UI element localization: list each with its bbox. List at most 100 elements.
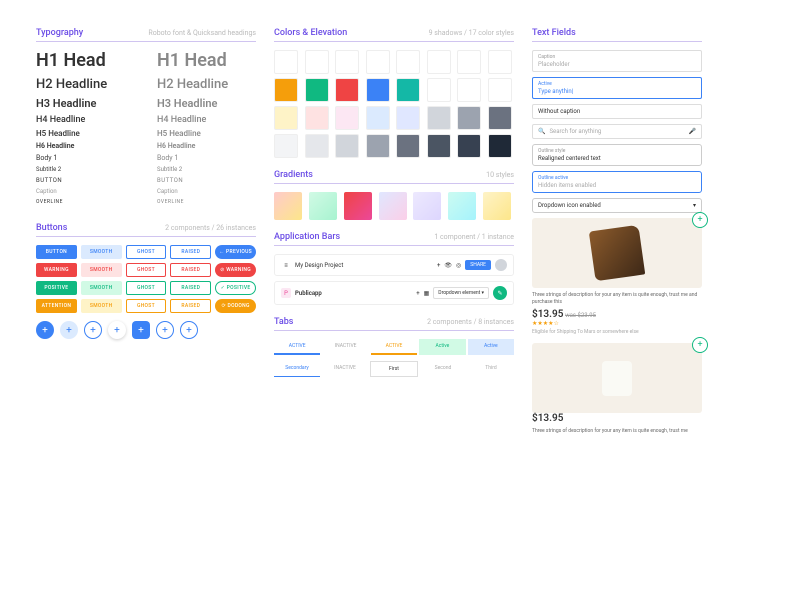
button-attention-raised[interactable]: RAISED xyxy=(170,299,211,313)
button-warning-raised[interactable]: RAISED xyxy=(170,263,211,277)
color-swatch xyxy=(457,50,481,74)
color-swatch xyxy=(305,78,329,102)
grid-icon[interactable]: ▦ xyxy=(424,290,430,297)
button-previous[interactable]: ← PREVIOUS xyxy=(215,245,256,259)
button-positive-ghost[interactable]: GHOST xyxy=(126,281,167,295)
textfield-outline[interactable]: Outline style Realigned centered text xyxy=(532,144,702,166)
button-warning-ghost[interactable]: GHOST xyxy=(126,263,167,277)
buttons-sub: 2 components / 26 instances xyxy=(165,224,256,232)
button-attention-smooth[interactable]: SMOOTH xyxy=(81,299,122,313)
tab-active-blue[interactable]: Active xyxy=(468,339,514,355)
target-icon[interactable]: ◎ xyxy=(456,262,461,269)
overline-sample: OVERLINE xyxy=(36,199,135,205)
mic-icon[interactable]: 🎤 xyxy=(689,128,696,135)
tabs-sub: 2 components / 8 instances xyxy=(427,318,514,326)
button-positive-icon[interactable]: ✓ POSITIVE xyxy=(215,281,256,295)
fab-outline-2[interactable]: + xyxy=(156,321,174,339)
typography-title: Typography xyxy=(36,28,83,38)
tab-inactive[interactable]: INACTIVE xyxy=(322,339,368,355)
color-swatch xyxy=(427,78,451,102)
fab-primary[interactable]: + xyxy=(36,321,54,339)
fab-square[interactable]: + xyxy=(132,321,150,339)
textfield-outline-active[interactable]: Outline active Hidden items enabled xyxy=(532,171,702,193)
fab-light[interactable]: + xyxy=(60,321,78,339)
textfield-search[interactable]: 🔍 Search for anything 🎤 xyxy=(532,124,702,139)
product-desc: Three strings of description for your an… xyxy=(532,292,702,305)
color-swatch xyxy=(427,50,451,74)
color-swatch xyxy=(488,134,512,158)
tab-active[interactable]: ACTIVE xyxy=(274,339,320,355)
tab-first[interactable]: First xyxy=(370,361,418,377)
color-swatch xyxy=(457,78,481,102)
tab-second[interactable]: Second xyxy=(420,361,466,377)
button-warning-smooth[interactable]: SMOOTH xyxy=(81,263,122,277)
button-raised[interactable]: RAISED xyxy=(170,245,211,259)
eye-icon[interactable]: 👁 xyxy=(444,262,452,269)
color-swatch xyxy=(366,50,390,74)
fab-outline-3[interactable]: + xyxy=(180,321,198,339)
button-text-sample-alt: BUTTON xyxy=(157,177,256,184)
gradient-swatch xyxy=(483,192,511,220)
app-logo-icon: P xyxy=(281,288,291,298)
caption-sample: Caption xyxy=(36,188,135,195)
color-swatch xyxy=(274,78,298,102)
button-smooth[interactable]: SMOOTH xyxy=(81,245,122,259)
tab-secondary[interactable]: Secondary xyxy=(274,361,320,377)
button-positive-raised[interactable]: RAISED xyxy=(170,281,211,295)
button-attention-ghost[interactable]: GHOST xyxy=(126,299,167,313)
price-old: was $23.95 xyxy=(565,312,596,319)
project-name: My Design Project xyxy=(295,262,433,269)
gradient-swatch xyxy=(274,192,302,220)
share-button[interactable]: SHARE xyxy=(465,260,491,270)
shipping-info: Eligible for Shipping To Mars or somewhe… xyxy=(532,329,702,335)
button-warning-icon[interactable]: ⊘ WARNING xyxy=(215,263,256,277)
color-swatch xyxy=(335,78,359,102)
colors-title: Colors & Elevation xyxy=(274,28,347,38)
color-swatch xyxy=(457,106,481,130)
color-swatch xyxy=(396,134,420,158)
fab-outline[interactable]: + xyxy=(84,321,102,339)
textfield-active[interactable]: Active Type anythin| xyxy=(532,77,702,99)
color-swatch xyxy=(335,106,359,130)
appbar-2: P Publicapp + ▦ Dropdown element ▾ ✎ xyxy=(274,281,514,305)
colors-sub: 9 shadows / 17 color styles xyxy=(429,29,514,37)
color-swatch xyxy=(335,134,359,158)
tab-active-orange[interactable]: ACTIVE xyxy=(371,339,417,355)
appbars-title: Application Bars xyxy=(274,232,340,242)
appbar-1: ≡ My Design Project + 👁 ◎ SHARE xyxy=(274,254,514,276)
button-attention[interactable]: ATTENTION xyxy=(36,299,77,313)
body1-sample-alt: Body 1 xyxy=(157,154,256,162)
tab-third[interactable]: Third xyxy=(468,361,514,377)
tab-inactive-2[interactable]: INACTIVE xyxy=(322,361,368,377)
textfield-dropdown[interactable]: Dropdown icon enabled▾ xyxy=(532,198,702,213)
product-image xyxy=(532,218,702,288)
fab-elevated[interactable]: + xyxy=(108,321,126,339)
color-swatch xyxy=(274,50,298,74)
dropdown[interactable]: Dropdown element ▾ xyxy=(433,287,489,299)
search-icon: 🔍 xyxy=(538,128,545,135)
h3-sample: H3 Headline xyxy=(36,97,135,110)
textfield-nocaption[interactable]: Without caption xyxy=(532,104,702,119)
color-swatch xyxy=(366,106,390,130)
button-positive[interactable]: POSITIVE xyxy=(36,281,77,295)
button-primary[interactable]: BUTTON xyxy=(36,245,77,259)
product-desc: Three strings of description for your an… xyxy=(532,428,702,435)
avatar[interactable] xyxy=(495,259,507,271)
textfield-caption[interactable]: Caption Placeholder xyxy=(532,50,702,72)
edit-fab[interactable]: ✎ xyxy=(493,286,507,300)
add-button[interactable]: + xyxy=(692,212,708,228)
button-positive-smooth[interactable]: SMOOTH xyxy=(81,281,122,295)
add-button[interactable]: + xyxy=(692,337,708,353)
menu-icon[interactable]: ≡ xyxy=(281,260,291,270)
h2-sample-alt: H2 Headline xyxy=(157,77,256,92)
typography-sub: Roboto font & Quicksand headings xyxy=(148,29,256,37)
plus-icon[interactable]: + xyxy=(437,262,440,269)
color-swatch xyxy=(366,78,390,102)
button-warning[interactable]: WARNING xyxy=(36,263,77,277)
plus-icon[interactable]: + xyxy=(416,290,419,297)
gradients-title: Gradients xyxy=(274,170,313,180)
tab-active-green[interactable]: Active xyxy=(419,339,465,355)
button-dodong[interactable]: ⟳ DODONG xyxy=(215,299,256,313)
gradient-swatch xyxy=(448,192,476,220)
button-ghost[interactable]: GHOST xyxy=(126,245,167,259)
